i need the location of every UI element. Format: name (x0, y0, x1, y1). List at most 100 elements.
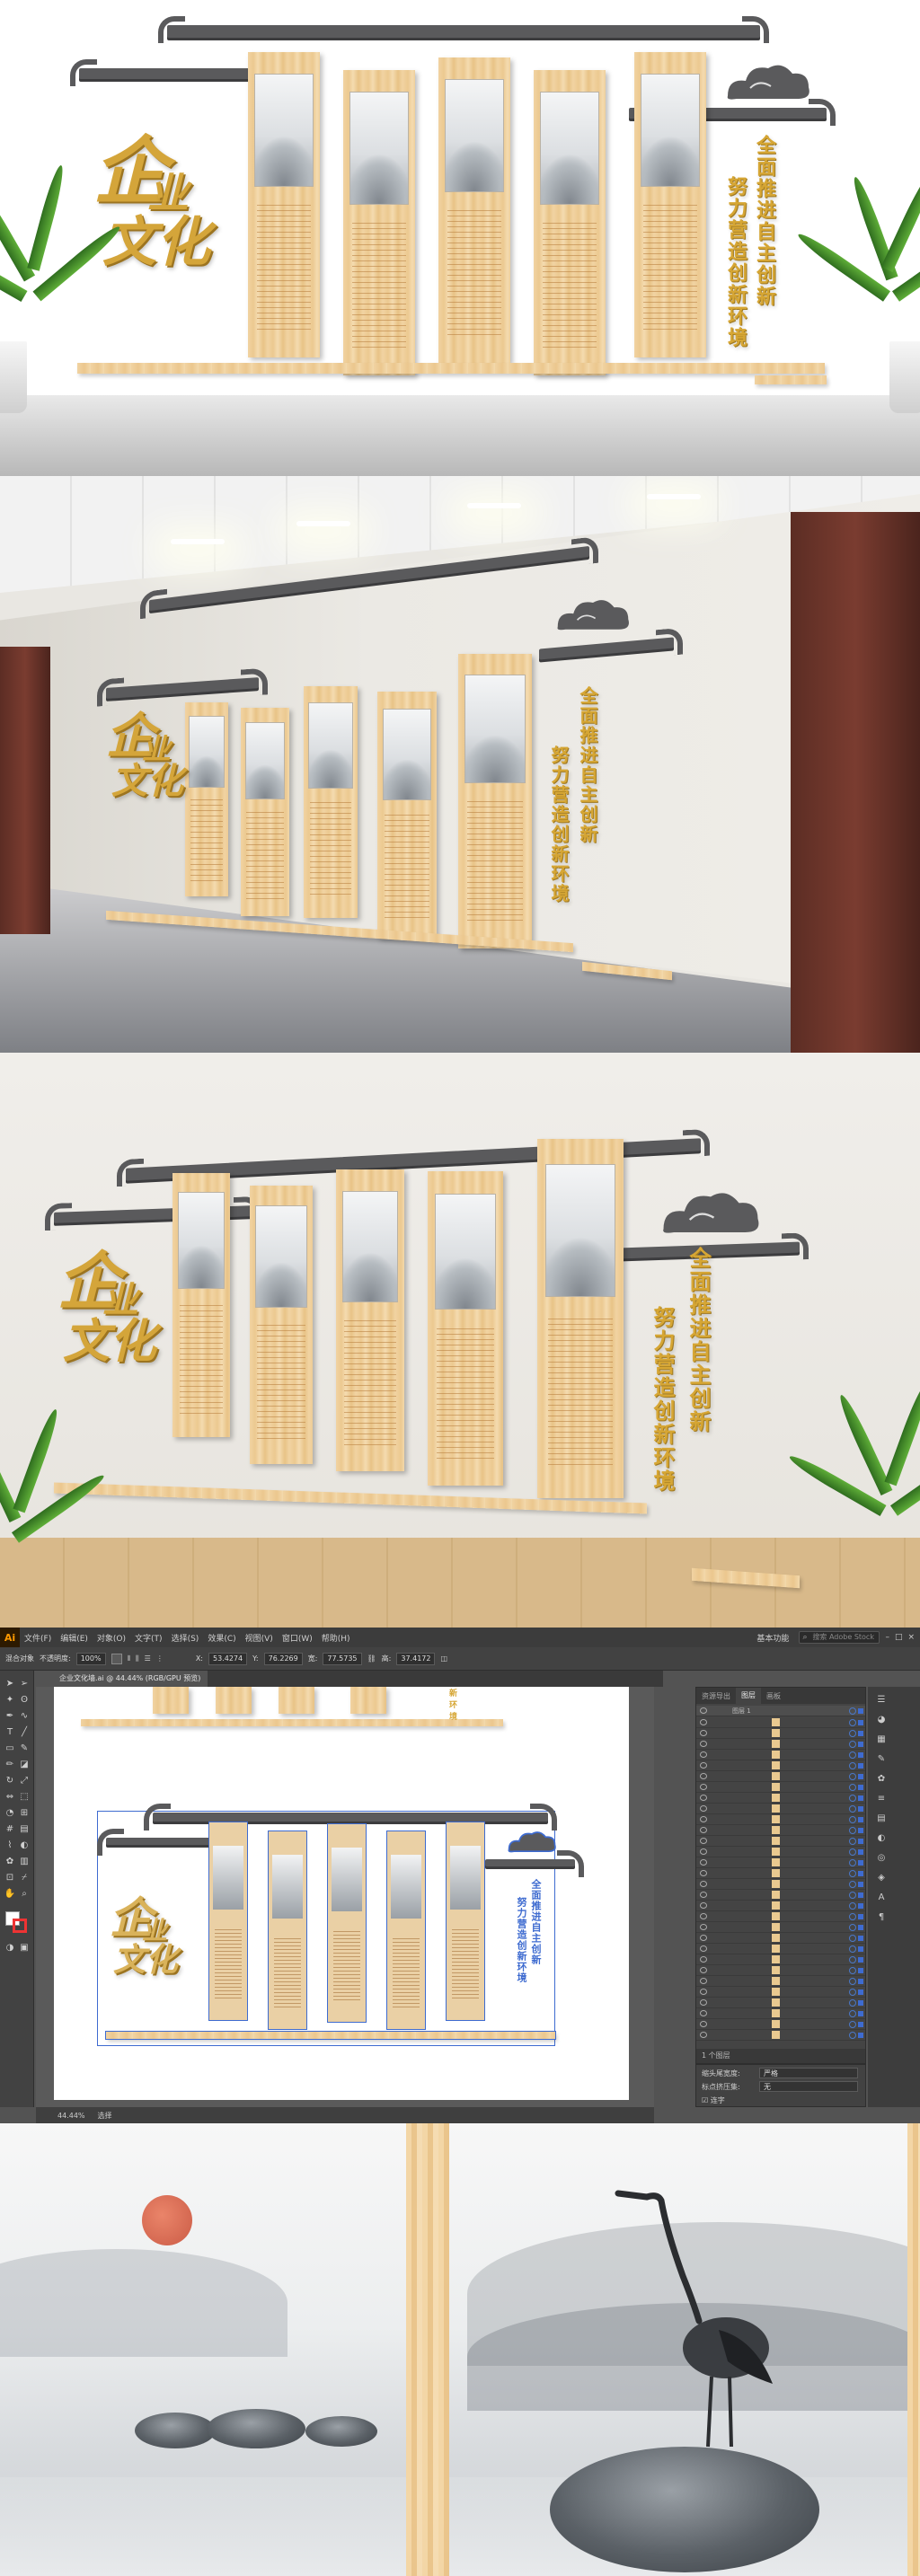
symbol-sprayer-tool-icon[interactable]: ✿ (4, 1856, 16, 1868)
workspace-switcher[interactable]: 基本功能 (752, 1632, 793, 1644)
rotate-tool-icon[interactable]: ↻ (4, 1775, 16, 1787)
visibility-eye-icon[interactable] (700, 2021, 707, 2027)
graphic-styles-icon[interactable]: ◈ (875, 1872, 888, 1884)
visibility-eye-icon[interactable] (700, 1762, 707, 1769)
target-icon[interactable] (849, 1816, 856, 1823)
artboard-panel-4[interactable] (386, 1831, 426, 2030)
sublayer-row[interactable] (696, 1922, 865, 1933)
target-icon[interactable] (849, 1881, 856, 1888)
maximize-icon[interactable]: □ (895, 1633, 903, 1642)
sublayer-row[interactable] (696, 1750, 865, 1760)
sublayer-row[interactable] (696, 1879, 865, 1890)
target-icon[interactable] (849, 1892, 856, 1899)
visibility-eye-icon[interactable] (700, 2032, 707, 2038)
style-swatch[interactable] (111, 1653, 122, 1664)
zoom-tool-icon[interactable]: ⌕ (18, 1888, 31, 1901)
artboard[interactable]: 新环境 企 业 文化 全面推进自主创新 努力营造创新环境 (54, 1687, 629, 2100)
target-icon[interactable] (849, 1838, 856, 1845)
menu-edit[interactable]: 编辑(E) (56, 1632, 93, 1644)
scale-tool-icon[interactable]: ⤢ (18, 1775, 31, 1787)
visibility-eye-icon[interactable] (700, 1859, 707, 1866)
sublayer-row[interactable] (696, 1933, 865, 1944)
target-icon[interactable] (849, 1730, 856, 1737)
menu-file[interactable]: 文件(F) (20, 1632, 56, 1644)
target-icon[interactable] (849, 1956, 856, 1963)
stroke-icon[interactable]: ≡ (875, 1793, 888, 1805)
visibility-eye-icon[interactable] (700, 1945, 707, 1952)
target-icon[interactable] (849, 1999, 856, 2007)
mesh-tool-icon[interactable]: # (4, 1823, 16, 1836)
zoom-level[interactable]: 44.44% (58, 2112, 85, 2120)
visibility-eye-icon[interactable] (700, 1956, 707, 1963)
x-field[interactable]: 53.4274 (208, 1652, 248, 1665)
menu-window[interactable]: 窗口(W) (278, 1632, 317, 1644)
visibility-eye-icon[interactable] (700, 1935, 707, 1941)
align-icon[interactable]: ⫴ (128, 1654, 130, 1663)
visibility-eye-icon[interactable] (700, 1719, 707, 1725)
visibility-eye-icon[interactable] (700, 1773, 707, 1779)
target-icon[interactable] (849, 2021, 856, 2028)
color-icon[interactable]: ◕ (875, 1714, 888, 1726)
target-icon[interactable] (849, 1935, 856, 1942)
distribute-icon-2[interactable]: ⋮ (156, 1654, 164, 1663)
swatches-icon[interactable]: ▦ (875, 1734, 888, 1746)
sublayer-row[interactable] (696, 1804, 865, 1814)
target-icon[interactable] (849, 1989, 856, 1996)
target-icon[interactable] (849, 1719, 856, 1726)
sublayer-row[interactable] (696, 1998, 865, 2008)
stock-search-input[interactable]: ⌕ 搜索 Adobe Stock (799, 1631, 880, 1644)
graph-tool-icon[interactable]: ▥ (18, 1856, 31, 1868)
visibility-eye-icon[interactable] (700, 2010, 707, 2016)
sublayer-row[interactable] (696, 1987, 865, 1998)
target-icon[interactable] (849, 1827, 856, 1834)
visibility-eye-icon[interactable] (700, 1924, 707, 1930)
sublayer-row[interactable] (696, 1728, 865, 1739)
visibility-eye-icon[interactable] (700, 1892, 707, 1898)
sublayer-row[interactable] (696, 1771, 865, 1782)
sublayer-row[interactable] (696, 1836, 865, 1847)
sublayer-row[interactable] (696, 1782, 865, 1793)
close-icon[interactable]: × (907, 1633, 915, 1642)
target-icon[interactable] (849, 1870, 856, 1877)
menu-view[interactable]: 视图(V) (241, 1632, 278, 1644)
w-field[interactable]: 77.5735 (323, 1652, 362, 1665)
sublayer-row[interactable] (696, 1911, 865, 1922)
document-tab[interactable]: 企业文化墙.ai @ 44.44% (RGB/GPU 预览) (52, 1671, 208, 1687)
visibility-eye-icon[interactable] (700, 1730, 707, 1736)
link-icon[interactable]: ⛓ (367, 1654, 376, 1663)
visibility-eye-icon[interactable] (700, 1751, 707, 1758)
sublayer-row[interactable] (696, 1890, 865, 1901)
visibility-eye-icon[interactable] (700, 1707, 707, 1714)
visibility-eye-icon[interactable] (700, 1805, 707, 1812)
paintbrush-tool-icon[interactable]: ✎ (18, 1742, 31, 1755)
target-icon[interactable] (849, 1762, 856, 1769)
distribute-icon[interactable]: ⫼ (136, 1654, 139, 1663)
target-icon[interactable] (849, 1924, 856, 1931)
visibility-eye-icon[interactable] (700, 1848, 707, 1855)
artboard-panel-1[interactable] (208, 1822, 248, 2021)
visibility-eye-icon[interactable] (700, 1967, 707, 1973)
align-icon-2[interactable]: ☰ (145, 1654, 151, 1663)
sublayer-row[interactable] (696, 1793, 865, 1804)
h-field[interactable]: 37.4172 (396, 1652, 436, 1665)
perspective-tool-icon[interactable]: ⊞ (18, 1807, 31, 1820)
target-icon[interactable] (849, 2010, 856, 2017)
rectangle-tool-icon[interactable]: ▭ (4, 1742, 16, 1755)
stroke-swatch[interactable] (13, 1919, 27, 1933)
visibility-eye-icon[interactable] (700, 1795, 707, 1801)
selection-tool-icon[interactable]: ➤ (4, 1678, 16, 1690)
punct-select[interactable]: 无 (759, 2081, 858, 2092)
blend-tool-icon[interactable]: ◐ (18, 1839, 31, 1852)
menu-select[interactable]: 选择(S) (167, 1632, 204, 1644)
line-tool-icon[interactable]: ╱ (18, 1726, 31, 1739)
target-icon[interactable] (849, 1784, 856, 1791)
target-icon[interactable] (849, 1848, 856, 1856)
hyphenate-checkbox[interactable]: ☑ 连字 (702, 2095, 725, 2105)
visibility-eye-icon[interactable] (700, 1838, 707, 1844)
sublayer-row[interactable] (696, 1857, 865, 1868)
visibility-eye-icon[interactable] (700, 1881, 707, 1887)
sublayer-row[interactable] (696, 1954, 865, 1965)
sublayer-row[interactable] (696, 1760, 865, 1771)
sublayer-row[interactable] (696, 1825, 865, 1836)
tab-asset-export[interactable]: 资源导出 (696, 1691, 736, 1701)
